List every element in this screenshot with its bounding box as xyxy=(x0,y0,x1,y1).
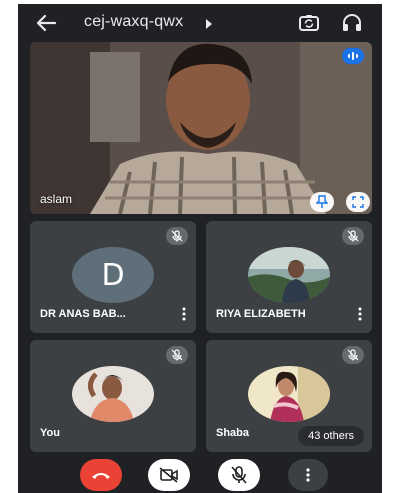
meeting-code[interactable]: cej-waxq-qwx xyxy=(84,13,183,31)
more-vertical-icon xyxy=(306,468,310,482)
speaker-name: aslam xyxy=(40,192,73,206)
avatar xyxy=(248,247,330,303)
more-vertical-icon[interactable] xyxy=(179,306,189,322)
mic-off-icon xyxy=(166,227,188,245)
caret-right-icon[interactable] xyxy=(204,17,214,29)
participant-name: DR ANAS BAB... xyxy=(40,308,126,320)
mic-off-icon xyxy=(166,346,188,364)
end-call-icon xyxy=(92,473,110,479)
switch-camera-icon[interactable] xyxy=(297,11,321,35)
participant-tile[interactable]: RIYA ELIZABETH xyxy=(206,221,372,333)
avatar xyxy=(72,366,154,422)
camera-off-icon xyxy=(159,467,178,483)
call-controls xyxy=(18,456,382,493)
more-vertical-icon[interactable] xyxy=(355,306,365,322)
avatar xyxy=(248,366,330,422)
meet-screen: cej-waxq-qwx aslam D DR ANAS BAB... RIYA… xyxy=(18,4,382,493)
participant-name: RIYA ELIZABETH xyxy=(216,308,306,320)
mic-off-icon xyxy=(342,227,364,245)
mic-off-icon xyxy=(342,346,364,364)
speaking-indicator-icon xyxy=(342,48,364,64)
mic-toggle-button[interactable] xyxy=(218,459,260,491)
main-speaker-tile[interactable]: aslam xyxy=(30,42,372,214)
mic-off-icon xyxy=(231,466,247,484)
camera-toggle-button[interactable] xyxy=(148,459,190,491)
others-count-chip[interactable]: 43 others xyxy=(298,426,364,446)
back-arrow-icon[interactable] xyxy=(34,12,58,34)
participant-tile[interactable]: Shaba 43 others xyxy=(206,340,372,452)
speaker-video xyxy=(30,42,372,214)
pin-icon[interactable] xyxy=(310,192,334,212)
end-call-button[interactable] xyxy=(80,459,122,491)
participant-name: You xyxy=(40,427,60,439)
participant-tile[interactable]: You xyxy=(30,340,196,452)
participant-tile[interactable]: D DR ANAS BAB... xyxy=(30,221,196,333)
participant-name: Shaba xyxy=(216,427,250,439)
more-options-button[interactable] xyxy=(288,459,328,491)
avatar: D xyxy=(72,247,154,303)
fullscreen-icon[interactable] xyxy=(346,192,370,212)
headphones-icon[interactable] xyxy=(340,11,364,35)
top-bar: cej-waxq-qwx xyxy=(18,4,382,42)
